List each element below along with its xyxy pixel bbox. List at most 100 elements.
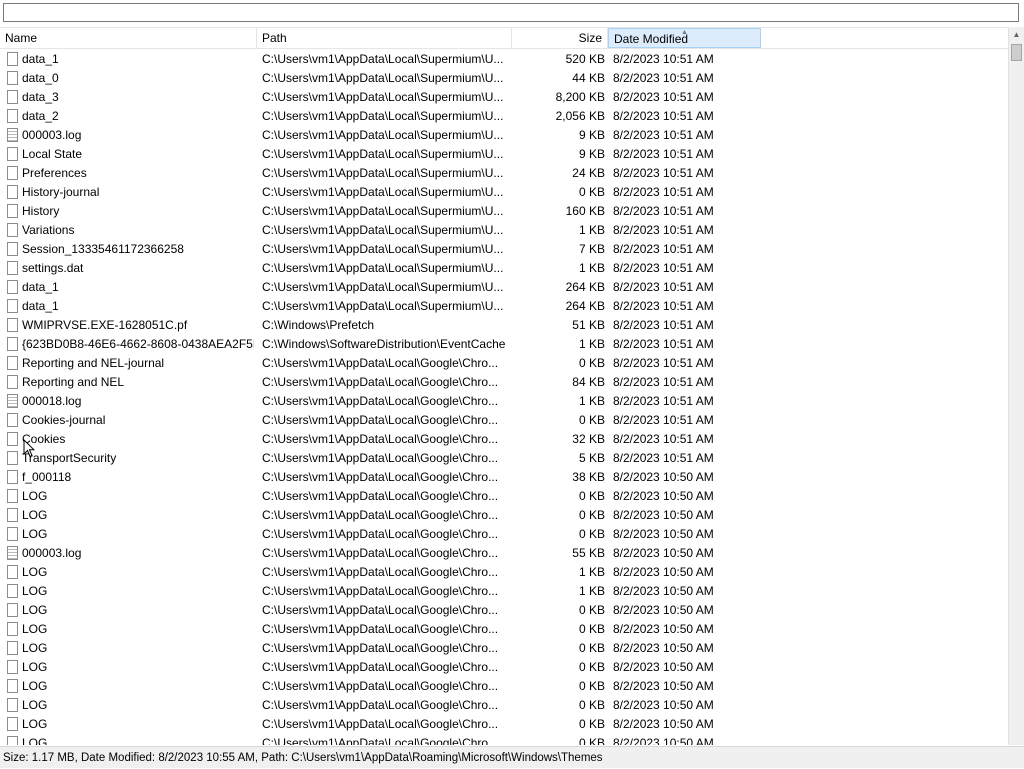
vertical-scrollbar[interactable]: ▲: [1008, 27, 1024, 745]
file-name-cell: {623BD0B8-46E6-4662-8608-0438AEA2F5E...: [22, 337, 254, 351]
file-icon: [7, 413, 18, 427]
table-row[interactable]: 000018.log C:\Users\vm1\AppData\Local\Goo…: [0, 392, 1008, 411]
search-input[interactable]: [3, 3, 1019, 22]
date-modified-cell: 8/2/2023 10:50 AM: [613, 679, 714, 693]
table-row[interactable]: Local State C:\Users\vm1\AppData\Local\Su…: [0, 145, 1008, 164]
table-row[interactable]: Cookies C:\Users\vm1\AppData\Local\Google…: [0, 430, 1008, 449]
table-row[interactable]: LOG C:\Users\vm1\AppData\Local\Google\Chr…: [0, 734, 1008, 745]
table-row[interactable]: LOG C:\Users\vm1\AppData\Local\Google\Chr…: [0, 563, 1008, 582]
file-icon: [7, 717, 18, 731]
table-row[interactable]: data_0 C:\Users\vm1\AppData\Local\Supermi…: [0, 69, 1008, 88]
table-row[interactable]: LOG C:\Users\vm1\AppData\Local\Google\Chr…: [0, 601, 1008, 620]
file-size-cell: 1 KB: [578, 337, 605, 351]
file-size-cell: 55 KB: [572, 546, 605, 560]
file-icon: [7, 641, 18, 655]
column-header-path[interactable]: Path: [257, 28, 512, 48]
file-icon: [7, 584, 18, 598]
table-row[interactable]: 000003.log C:\Users\vm1\AppData\Local\Sup…: [0, 126, 1008, 145]
file-size-cell: 24 KB: [572, 166, 605, 180]
file-icon: [7, 185, 18, 199]
file-name-cell: History: [22, 204, 60, 218]
file-size-cell: 264 KB: [565, 299, 605, 313]
file-size-cell: 38 KB: [572, 470, 605, 484]
table-row[interactable]: Variations C:\Users\vm1\AppData\Local\Sup…: [0, 221, 1008, 240]
table-row[interactable]: LOG C:\Users\vm1\AppData\Local\Google\Chr…: [0, 582, 1008, 601]
table-row[interactable]: 000003.log C:\Users\vm1\AppData\Local\Goo…: [0, 544, 1008, 563]
date-modified-cell: 8/2/2023 10:50 AM: [613, 622, 714, 636]
file-name-cell: Session_13335461172366258: [22, 242, 184, 256]
column-header-date-modified[interactable]: ▲ Date Modified: [608, 28, 761, 48]
file-name-cell: LOG: [22, 660, 48, 674]
table-row[interactable]: Reporting and NEL C:\Users\vm1\AppData\Lo…: [0, 373, 1008, 392]
file-path-cell: C:\Users\vm1\AppData\Local\Supermium\U..…: [262, 299, 504, 313]
table-row[interactable]: LOG C:\Users\vm1\AppData\Local\Google\Chr…: [0, 487, 1008, 506]
date-modified-cell: 8/2/2023 10:50 AM: [613, 603, 714, 617]
file-path-cell: C:\Users\vm1\AppData\Local\Google\Chro..…: [262, 432, 499, 446]
scrollbar-thumb[interactable]: [1011, 44, 1022, 61]
table-row[interactable]: History-journal C:\Users\vm1\AppData\Loca…: [0, 183, 1008, 202]
table-row[interactable]: data_2 C:\Users\vm1\AppData\Local\Supermi…: [0, 107, 1008, 126]
table-row[interactable]: data_3 C:\Users\vm1\AppData\Local\Supermi…: [0, 88, 1008, 107]
file-name-cell: settings.dat: [22, 261, 84, 275]
table-row[interactable]: LOG C:\Users\vm1\AppData\Local\Google\Chr…: [0, 696, 1008, 715]
table-row[interactable]: {623BD0B8-46E6-4662-8608-0438AEA2F5E... C…: [0, 335, 1008, 354]
column-header-name[interactable]: Name: [0, 28, 257, 48]
file-size-cell: 9 KB: [578, 147, 605, 161]
date-modified-cell: 8/2/2023 10:51 AM: [613, 280, 714, 294]
table-row[interactable]: data_1 C:\Users\vm1\AppData\Local\Supermi…: [0, 278, 1008, 297]
table-row[interactable]: LOG C:\Users\vm1\AppData\Local\Google\Chr…: [0, 658, 1008, 677]
file-name-cell: TransportSecurity: [22, 451, 117, 465]
table-row[interactable]: f_000118 C:\Users\vm1\AppData\Local\Googl…: [0, 468, 1008, 487]
table-row[interactable]: data_1 C:\Users\vm1\AppData\Local\Supermi…: [0, 50, 1008, 69]
file-name-cell: f_000118: [22, 470, 72, 484]
table-row[interactable]: Reporting and NEL-journal C:\Users\vm1\Ap…: [0, 354, 1008, 373]
log-file-icon: [7, 128, 18, 142]
file-name-cell: data_3: [22, 90, 59, 104]
file-path-cell: C:\Windows\Prefetch: [262, 318, 375, 332]
file-name-cell: Local State: [22, 147, 83, 161]
file-path-cell: C:\Users\vm1\AppData\Local\Google\Chro..…: [262, 736, 499, 745]
file-name-cell: data_1: [22, 52, 59, 66]
table-row[interactable]: TransportSecurity C:\Users\vm1\AppData\Lo…: [0, 449, 1008, 468]
file-name-cell: LOG: [22, 565, 48, 579]
date-modified-cell: 8/2/2023 10:50 AM: [613, 508, 714, 522]
date-modified-cell: 8/2/2023 10:51 AM: [613, 394, 714, 408]
date-modified-cell: 8/2/2023 10:50 AM: [613, 584, 714, 598]
table-row[interactable]: LOG C:\Users\vm1\AppData\Local\Google\Chr…: [0, 506, 1008, 525]
table-row[interactable]: Preferences C:\Users\vm1\AppData\Local\Su…: [0, 164, 1008, 183]
file-size-cell: 1 KB: [578, 394, 605, 408]
file-path-cell: C:\Users\vm1\AppData\Local\Google\Chro..…: [262, 565, 499, 579]
file-path-cell: C:\Users\vm1\AppData\Local\Google\Chro..…: [262, 451, 499, 465]
file-path-cell: C:\Users\vm1\AppData\Local\Google\Chro..…: [262, 660, 499, 674]
table-row[interactable]: LOG C:\Users\vm1\AppData\Local\Google\Chr…: [0, 525, 1008, 544]
log-file-icon: [7, 394, 18, 408]
file-icon: [7, 470, 18, 484]
file-icon: [7, 489, 18, 503]
file-icon: [7, 71, 18, 85]
file-path-cell: C:\Users\vm1\AppData\Local\Google\Chro..…: [262, 489, 499, 503]
table-row[interactable]: Session_13335461172366258 C:\Users\vm1\Ap…: [0, 240, 1008, 259]
table-row[interactable]: History C:\Users\vm1\AppData\Local\Superm…: [0, 202, 1008, 221]
file-name-cell: LOG: [22, 527, 48, 541]
table-row[interactable]: LOG C:\Users\vm1\AppData\Local\Google\Chr…: [0, 677, 1008, 696]
table-row[interactable]: Cookies-journal C:\Users\vm1\AppData\Loca…: [0, 411, 1008, 430]
file-path-cell: C:\Users\vm1\AppData\Local\Supermium\U..…: [262, 185, 504, 199]
table-row[interactable]: settings.dat C:\Users\vm1\AppData\Local\S…: [0, 259, 1008, 278]
table-row[interactable]: LOG C:\Users\vm1\AppData\Local\Google\Chr…: [0, 620, 1008, 639]
file-icon: [7, 242, 18, 256]
file-path-cell: C:\Users\vm1\AppData\Local\Supermium\U..…: [262, 166, 504, 180]
file-path-cell: C:\Users\vm1\AppData\Local\Google\Chro..…: [262, 527, 499, 541]
file-name-cell: LOG: [22, 603, 48, 617]
table-row[interactable]: LOG C:\Users\vm1\AppData\Local\Google\Chr…: [0, 715, 1008, 734]
date-modified-cell: 8/2/2023 10:50 AM: [613, 565, 714, 579]
file-name-cell: data_2: [22, 109, 59, 123]
scroll-up-arrow-icon[interactable]: ▲: [1009, 27, 1024, 42]
file-size-cell: 160 KB: [565, 204, 605, 218]
file-name-cell: data_1: [22, 280, 59, 294]
table-row[interactable]: WMIPRVSE.EXE-1628051C.pf C:\Windows\Prefe…: [0, 316, 1008, 335]
date-modified-cell: 8/2/2023 10:50 AM: [613, 470, 714, 484]
table-row[interactable]: data_1 C:\Users\vm1\AppData\Local\Supermi…: [0, 297, 1008, 316]
file-size-cell: 44 KB: [572, 71, 605, 85]
column-header-size[interactable]: Size: [512, 28, 608, 48]
table-row[interactable]: LOG C:\Users\vm1\AppData\Local\Google\Chr…: [0, 639, 1008, 658]
